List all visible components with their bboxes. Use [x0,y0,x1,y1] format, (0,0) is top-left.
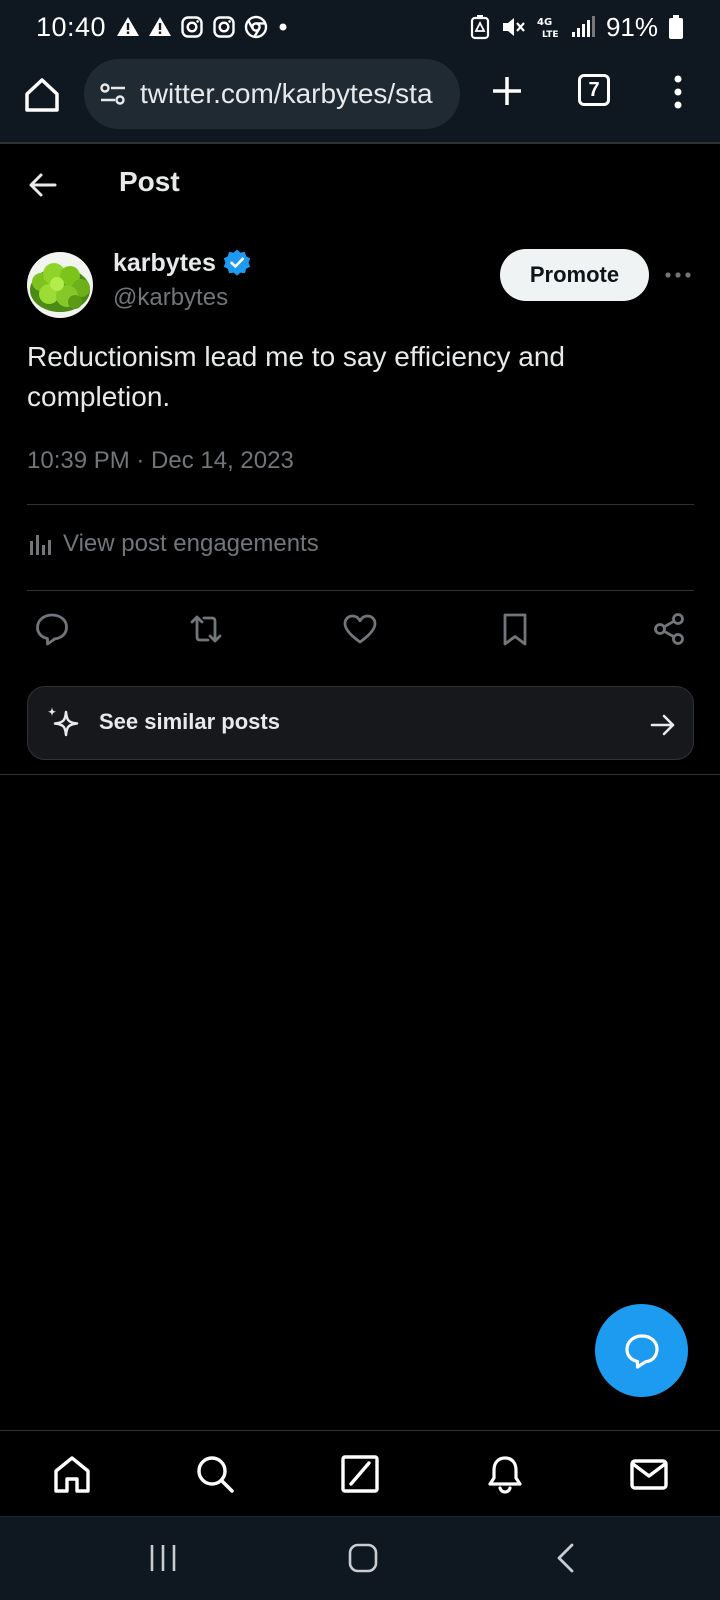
bookmark-button[interactable] [497,611,533,647]
reply-button[interactable] [34,611,70,647]
reply-icon [624,1333,659,1369]
site-settings-icon[interactable] [98,79,128,109]
lte-icon: 4G LTE [537,17,559,40]
system-back-icon[interactable] [554,1542,578,1574]
more-horizontal-icon [665,272,691,278]
battery-percent: 91% [605,11,658,42]
recent-apps-icon[interactable] [148,1542,178,1574]
see-similar-posts-button[interactable]: See similar posts [27,686,694,760]
status-time: 10:40 [36,11,107,42]
plus-icon [493,77,521,105]
bottom-nav [0,1430,720,1516]
verified-badge-icon [223,249,251,276]
browser-menu-button[interactable] [664,72,692,112]
warning-icon [149,17,172,36]
bookmark-icon [503,613,527,646]
divider [27,504,694,505]
post-timestamp[interactable]: 10:39 PM · Dec 14, 2023 [27,447,294,475]
arrow-left-icon [29,173,57,197]
tab-switcher-button[interactable]: 7 [578,74,610,106]
battery-icon [669,15,683,39]
grok-icon [341,1455,379,1493]
nav-notifications[interactable] [484,1453,526,1495]
post-header: Post [0,146,720,224]
post-more-button[interactable] [664,265,692,285]
analytics-icon [30,535,51,555]
page-title: Post [119,166,180,197]
nav-home[interactable] [51,1453,93,1495]
divider [27,590,694,591]
system-home-icon[interactable] [347,1542,379,1574]
post-text: Reductionism lead me to say efficiency a… [27,341,565,412]
like-button[interactable] [342,611,378,647]
svg-text:4G: 4G [537,17,552,28]
instagram-icon [213,16,235,38]
nav-search[interactable] [194,1453,236,1495]
chrome-icon [244,15,268,39]
reply-icon [36,613,68,646]
search-icon [197,1456,234,1493]
signal-icon [571,16,595,37]
back-button[interactable] [28,170,58,200]
share-icon [654,613,684,645]
home-icon [54,1456,90,1493]
messages-icon [630,1459,668,1490]
engagements-label: View post engagements [63,530,319,557]
home-outline-icon [25,78,59,112]
new-tab-button[interactable] [490,74,524,108]
system-nav-bar [0,1516,720,1600]
like-icon [343,614,377,644]
status-system: 4G LTE 91% [470,12,684,43]
avatar[interactable] [27,252,93,318]
browser-toolbar: twitter.com/karbytes/sta 7 [0,54,720,144]
author-name[interactable]: karbytes [113,249,216,278]
nav-messages[interactable] [628,1453,670,1495]
warning-icon [117,17,140,36]
address-bar[interactable]: twitter.com/karbytes/sta [84,59,460,129]
more-vertical-icon [674,75,682,109]
svg-text:LTE: LTE [542,30,559,40]
arrow-right-icon [650,714,675,736]
share-button[interactable] [651,611,687,647]
repost-button[interactable] [188,611,224,647]
browser-home-button[interactable] [22,75,62,115]
status-bar: 10:40 4G LTE 91% [0,0,720,54]
nav-grok[interactable] [339,1453,381,1495]
dot-icon [279,23,287,31]
battery-saver-icon [470,15,490,40]
url-text: twitter.com/karbytes/sta [140,78,433,109]
instagram-icon [181,16,203,38]
author-handle[interactable]: @karbytes [113,284,228,312]
promote-button[interactable]: Promote [500,249,649,301]
repost-icon [190,615,222,643]
compose-reply-fab[interactable] [595,1304,688,1397]
see-similar-posts-label: See similar posts [99,709,280,734]
divider [0,774,720,775]
mute-icon [502,18,525,36]
status-notifications [116,15,290,39]
sparkle-icon [47,707,79,737]
view-engagements-link[interactable]: View post engagements [27,530,319,558]
notifications-icon [488,1456,522,1494]
author-name-row[interactable]: karbytes [113,248,252,278]
